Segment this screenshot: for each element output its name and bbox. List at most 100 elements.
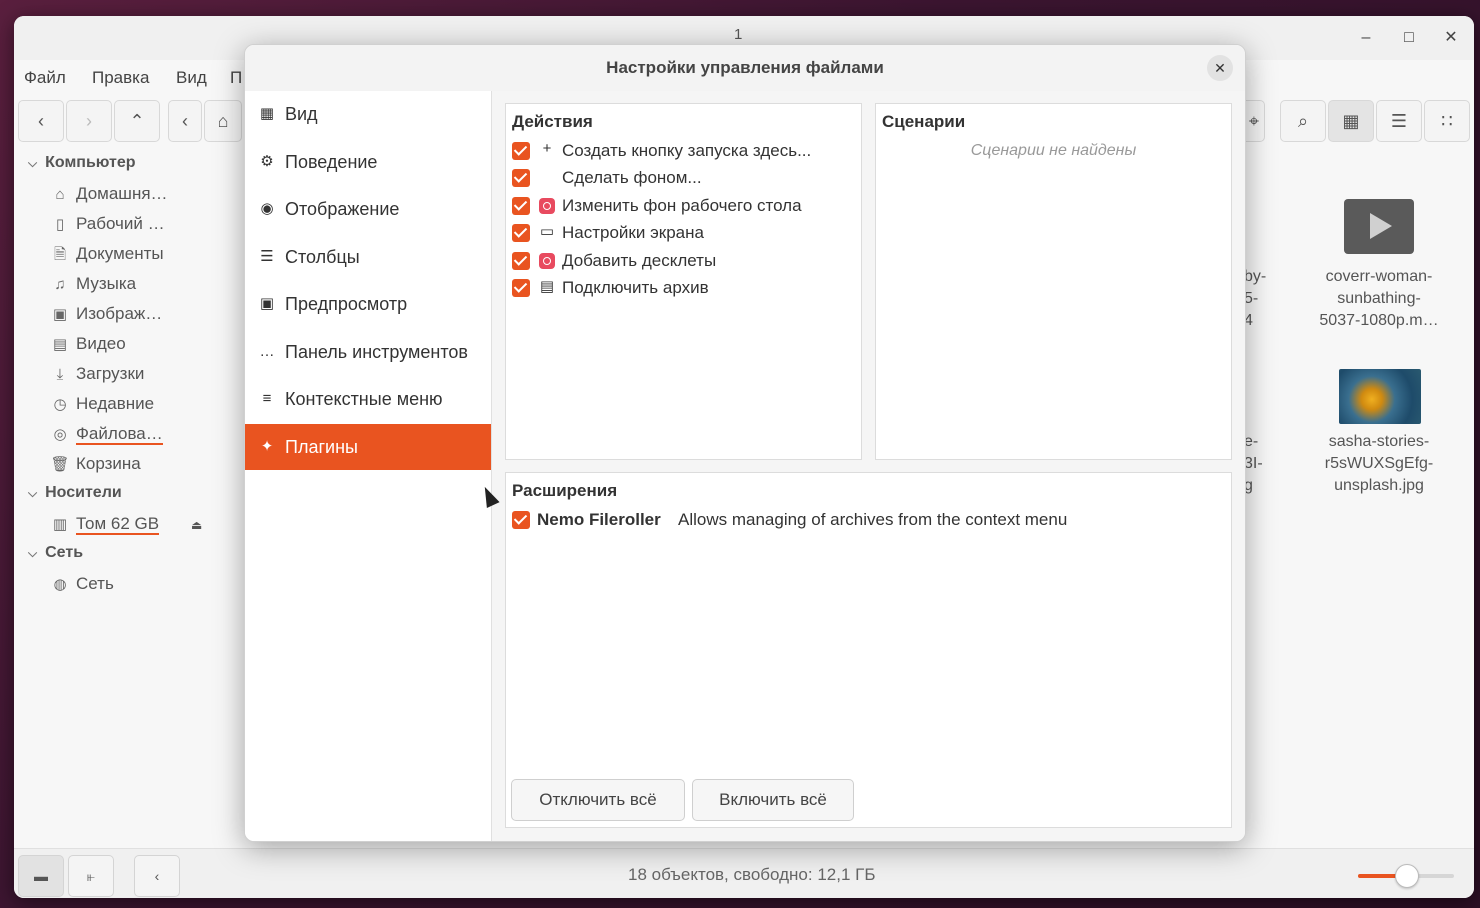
compact-grid-icon: ∷ xyxy=(1441,111,1453,131)
sidebar-item-music[interactable]: ♫ Музыка xyxy=(50,274,136,294)
home-icon: ⌂ xyxy=(217,111,229,131)
nav-item-columns[interactable]: ☰ Столбцы xyxy=(245,234,491,280)
nav-item-plugins[interactable]: ✦ Плагины xyxy=(245,424,491,470)
zoom-slider[interactable] xyxy=(1358,864,1454,888)
location-pin-icon: ⌖ xyxy=(1248,111,1260,131)
home-path-button[interactable]: ⌂ xyxy=(204,100,242,142)
maximize-button[interactable]: □ xyxy=(1397,26,1421,50)
sidebar-item-downloads[interactable]: ⤓ Загрузки xyxy=(50,364,145,384)
documents-icon: 🗎 xyxy=(53,246,67,263)
sidebar-item-volume[interactable]: ▥ Том 62 GB xyxy=(50,514,160,535)
zoom-slider-handle[interactable] xyxy=(1395,864,1419,888)
places-toggle-button[interactable]: ▬ xyxy=(18,855,64,897)
image-thumbnail xyxy=(1339,369,1421,424)
network-icon: ◍ xyxy=(53,576,67,593)
status-text: 18 объектов, свободно: 12,1 ГБ xyxy=(628,865,876,884)
action-checkbox[interactable] xyxy=(512,252,530,270)
nav-item-view[interactable]: ▦ Вид xyxy=(245,91,491,137)
action-checkbox[interactable] xyxy=(512,224,530,242)
sidebar-item-recent[interactable]: ◷ Недавние xyxy=(50,394,154,414)
extension-checkbox[interactable] xyxy=(512,511,530,529)
close-window-button[interactable]: ✕ xyxy=(1439,26,1463,50)
nav-item-preview[interactable]: ▣ Предпросмотр xyxy=(245,281,491,327)
file-name-line: sasha-stories- xyxy=(1328,433,1430,450)
statusbar: ▬ ⫦ ‹ 18 объектов, свободно: 12,1 ГБ xyxy=(14,848,1474,898)
path-prev-button[interactable]: ‹ xyxy=(168,100,202,142)
partial-file-label: e- xyxy=(1244,433,1259,450)
compact-view-button[interactable]: ∷ xyxy=(1424,100,1470,142)
partial-file-label: 5- xyxy=(1244,290,1259,307)
up-button[interactable]: ⌃ xyxy=(114,100,160,142)
extension-description: Allows managing of archives from the con… xyxy=(678,510,1068,529)
extensions-title: Расширения xyxy=(512,481,618,500)
menu-file[interactable]: Файл xyxy=(24,68,66,88)
tree-toggle-button[interactable]: ⫦ xyxy=(68,855,114,897)
menu-icon: ≡ xyxy=(262,390,272,407)
hide-sidebar-button[interactable]: ‹ xyxy=(134,855,180,897)
icon-view-button[interactable]: ▦ xyxy=(1328,100,1374,142)
sidebar-item-desktop[interactable]: ▯ Рабочий … xyxy=(50,214,165,234)
sidebar-item-home[interactable]: ⌂ Домашня… xyxy=(50,184,167,204)
search-icon: ⌕ xyxy=(1297,111,1309,131)
drive-icon: ▥ xyxy=(52,516,68,533)
enable-all-button[interactable]: Включить всё xyxy=(692,779,854,821)
desklet-icon xyxy=(537,250,557,273)
list-view-button[interactable]: ☰ xyxy=(1376,100,1422,142)
chevron-right-icon: › xyxy=(86,111,92,131)
action-checkbox[interactable] xyxy=(512,279,530,297)
file-name-line: unsplash.jpg xyxy=(1334,477,1424,494)
nav-item-behavior[interactable]: ⚙ Поведение xyxy=(245,139,491,185)
sidebar-section-computer[interactable]: ⌵ Компьютер xyxy=(28,154,136,172)
sidebar-item-filesystem[interactable]: ◎ Файлова… xyxy=(50,424,163,445)
nav-item-context-menus[interactable]: ≡ Контекстные меню xyxy=(245,376,491,422)
puzzle-icon: ✦ xyxy=(260,438,274,455)
grid-icon: ▦ xyxy=(259,105,275,122)
sidebar-item-network[interactable]: ◍ Сеть xyxy=(50,574,113,594)
sidebar-item-documents[interactable]: 🗎 Документы xyxy=(50,244,164,269)
downloads-icon: ⤓ xyxy=(56,366,64,383)
eye-icon: ◉ xyxy=(260,200,274,217)
trash-icon: 🗑 xyxy=(50,456,70,473)
dialog-title: Настройки управления файлами xyxy=(606,58,884,77)
action-checkbox[interactable] xyxy=(512,169,530,187)
scripts-empty-message: Сценарии не найдены xyxy=(970,142,1137,159)
forward-button[interactable]: › xyxy=(66,100,112,142)
menu-view[interactable]: Вид xyxy=(176,68,207,88)
file-name-line: sunbathing- xyxy=(1337,290,1421,307)
nav-item-display[interactable]: ◉ Отображение xyxy=(245,186,491,232)
chevron-left-icon: ‹ xyxy=(38,111,44,131)
actions-title: Действия xyxy=(512,112,593,131)
video-icon: ▤ xyxy=(52,336,68,353)
recent-icon: ◷ xyxy=(53,396,67,413)
eject-icon[interactable]: ⏏ xyxy=(191,518,202,532)
back-button[interactable]: ‹ xyxy=(18,100,64,142)
preferences-dialog: Настройки управления файлами ✕ ▦ Вид ⚙ Пов… xyxy=(244,44,1246,842)
action-checkbox[interactable] xyxy=(512,142,530,160)
search-button[interactable]: ⌕ xyxy=(1280,100,1326,142)
scripts-title: Сценарии xyxy=(882,112,966,131)
chevron-down-icon: ⌵ xyxy=(28,156,38,170)
sidebar-item-trash[interactable]: 🗑 Корзина xyxy=(50,454,140,474)
menu-edit[interactable]: Правка xyxy=(92,68,149,88)
filesystem-icon: ◎ xyxy=(53,426,67,443)
nav-item-toolbar[interactable]: … Панель инструментов xyxy=(245,329,491,375)
sidebar-item-pictures[interactable]: ▣ Изображ… xyxy=(50,304,162,324)
disable-all-button[interactable]: Отключить всё xyxy=(511,779,685,821)
minimize-button[interactable]: – xyxy=(1354,26,1378,50)
monitor-icon: ▭ xyxy=(539,223,555,240)
sidebar-section-network[interactable]: ⌵ Сеть xyxy=(28,544,83,562)
menu-go[interactable]: П xyxy=(230,68,242,88)
sidebar-collapse-icon: ‹ xyxy=(154,868,160,884)
list-icon: ☰ xyxy=(1390,111,1408,131)
dialog-close-button[interactable]: ✕ xyxy=(1207,55,1233,81)
location-button[interactable]: ⌖ xyxy=(1244,100,1265,142)
tree-icon: ⫦ xyxy=(87,868,95,884)
action-checkbox[interactable] xyxy=(512,197,530,215)
preview-icon: ▣ xyxy=(259,295,275,312)
sidebar-section-devices[interactable]: ⌵ Носители xyxy=(28,484,122,502)
extension-name: Nemo Fileroller xyxy=(537,510,661,529)
sidebar-item-video[interactable]: ▤ Видео xyxy=(50,334,126,354)
columns-icon: ☰ xyxy=(260,248,274,265)
file-view: by- 5- 4 e- 3I- g coverr-woman- sunbathi… xyxy=(1244,148,1474,848)
extensions-panel: Расширения Nemo Fileroller Allows managi… xyxy=(505,472,1232,828)
